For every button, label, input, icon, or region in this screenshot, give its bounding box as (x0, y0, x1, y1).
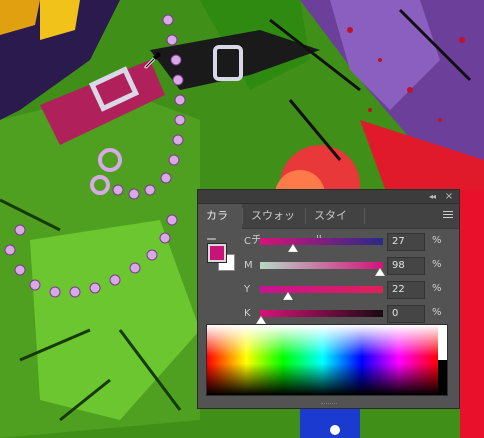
black-slider-thumb[interactable] (256, 316, 266, 324)
black-slider-track[interactable] (260, 310, 383, 317)
resize-grip[interactable] (320, 403, 337, 407)
panel-title-bar[interactable]: ◂◂ × (198, 190, 459, 204)
cyan-unit: % (432, 235, 442, 246)
slider-label-cyan: C (244, 236, 251, 247)
black-value-field[interactable]: 0 (387, 305, 425, 323)
eyedropper-icon (144, 52, 161, 69)
slider-row-yellow: Y 22 % (198, 280, 459, 300)
panel-menu-icon[interactable] (443, 211, 453, 221)
close-icon[interactable]: × (443, 191, 455, 202)
yellow-slider-thumb[interactable] (283, 292, 293, 300)
slider-label-yellow: Y (244, 284, 251, 295)
yellow-unit: % (432, 283, 442, 294)
color-spectrum[interactable] (206, 324, 448, 396)
panel-tabbar: カラー スウォッチ スタイル (198, 204, 459, 246)
cyan-value-field[interactable]: 27 (387, 233, 425, 251)
tab-styles[interactable]: スタイル (306, 204, 364, 246)
magenta-slider-thumb[interactable] (375, 268, 385, 276)
slider-label-black: K (244, 308, 251, 319)
tab-color[interactable]: カラー (198, 204, 242, 246)
slider-row-magenta: M 98 % (198, 256, 459, 276)
black-unit: % (432, 307, 442, 318)
black-white-strip[interactable] (438, 325, 447, 395)
tab-divider (364, 208, 365, 224)
tab-swatches[interactable]: スウォッチ (243, 204, 305, 246)
cyan-slider-track[interactable] (260, 238, 383, 245)
magenta-unit: % (432, 259, 442, 270)
magenta-value-field[interactable]: 98 (387, 257, 425, 275)
slider-label-magenta: M (244, 260, 253, 271)
magenta-slider-track[interactable] (260, 262, 383, 269)
yellow-value-field[interactable]: 22 (387, 281, 425, 299)
slider-row-black: K 0 % (198, 304, 459, 324)
collapse-icon[interactable]: ◂◂ (425, 191, 439, 202)
yellow-slider-track[interactable] (260, 286, 383, 293)
color-panel: ◂◂ × カラー スウォッチ スタイル C 27 % M 98 % Y 22 % (197, 189, 460, 409)
slider-row-cyan: C 27 % (198, 232, 459, 252)
spectrum-gradient[interactable] (207, 325, 438, 395)
cyan-slider-thumb[interactable] (288, 244, 298, 252)
